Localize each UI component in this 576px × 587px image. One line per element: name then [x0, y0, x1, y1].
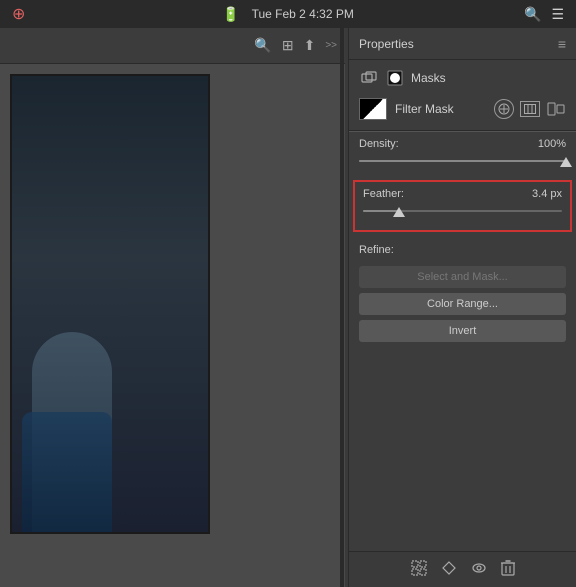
- canvas-toolbar: 🔍 ⊞ ⬆ >>: [0, 28, 345, 64]
- panel-title: Properties: [359, 37, 414, 51]
- feather-value: 3.4 px: [532, 188, 562, 200]
- mask-thumbnail[interactable]: [359, 98, 387, 120]
- menu-bar: ⊕ 🔋 Tue Feb 2 4:32 PM 🔍 ☰: [0, 0, 576, 28]
- density-label: Density:: [359, 138, 399, 150]
- main-area: 🔍 ⊞ ⬆ >>: [0, 28, 576, 587]
- mask-adjust-icon[interactable]: [494, 99, 514, 119]
- bottom-toolbar: [349, 551, 576, 583]
- density-value: 100%: [538, 138, 566, 150]
- delete-icon[interactable]: [501, 560, 515, 579]
- transform-icon[interactable]: [441, 560, 457, 579]
- canvas-layout-icon[interactable]: ⊞: [282, 37, 294, 54]
- filter-mask-left: Filter Mask: [359, 98, 454, 120]
- filter-mask-icons: [494, 99, 566, 119]
- refine-label: Refine:: [359, 244, 394, 256]
- panel-separator: [340, 28, 344, 587]
- refine-row: Refine:: [359, 244, 566, 262]
- time-display: Tue Feb 2 4:32 PM: [252, 7, 354, 21]
- canvas-search-icon[interactable]: 🔍: [254, 37, 271, 54]
- density-section: Density: 100%: [349, 132, 576, 180]
- color-range-button[interactable]: Color Range...: [359, 293, 566, 315]
- panel-content-area: Masks Filter Mask: [349, 60, 576, 583]
- properties-panel: Properties ≡: [348, 28, 576, 587]
- menu-bar-right: 🔍 ☰: [524, 6, 564, 23]
- canvas-export-icon[interactable]: ⬆: [304, 37, 316, 54]
- spacer: [349, 353, 576, 583]
- canvas-content: [0, 64, 345, 587]
- density-track: [359, 160, 566, 162]
- filter-mask-label: Filter Mask: [395, 102, 454, 116]
- filter-mask-row: Filter Mask: [359, 98, 566, 120]
- canvas-more-icon[interactable]: >>: [325, 40, 337, 51]
- refine-section: Refine: Select and Mask... Color Range..…: [349, 238, 576, 353]
- photo-frame: [10, 74, 210, 534]
- masks-header-row: Masks: [359, 68, 566, 88]
- feather-row: Feather: 3.4 px: [363, 188, 562, 200]
- menu-list-icon[interactable]: ☰: [551, 6, 564, 23]
- menu-bar-center: 🔋 Tue Feb 2 4:32 PM: [222, 6, 354, 23]
- photo-image: [12, 76, 208, 532]
- density-fill: [359, 160, 566, 162]
- menu-bar-app-icons: ⊕: [12, 4, 25, 24]
- select-and-mask-button[interactable]: Select and Mask...: [359, 266, 566, 288]
- search-menubar-icon[interactable]: 🔍: [524, 6, 541, 23]
- feather-label: Feather:: [363, 188, 404, 200]
- density-slider[interactable]: [359, 154, 566, 168]
- panel-menu-icon[interactable]: ≡: [558, 36, 566, 52]
- feather-thumb[interactable]: [393, 207, 405, 217]
- layers-icon[interactable]: [359, 68, 379, 88]
- density-row: Density: 100%: [359, 138, 566, 150]
- mask-icon[interactable]: [385, 68, 405, 88]
- panel-header: Properties ≡: [349, 28, 576, 60]
- invert-button[interactable]: Invert: [359, 320, 566, 342]
- masks-label: Masks: [411, 71, 446, 85]
- canvas-area: 🔍 ⊞ ⬆ >>: [0, 28, 345, 587]
- feather-section: Feather: 3.4 px: [353, 180, 572, 232]
- selection-icon[interactable]: [411, 560, 427, 579]
- battery-icon: 🔋: [222, 6, 239, 23]
- mask-resize-icon[interactable]: [546, 101, 566, 117]
- masks-section: Masks Filter Mask: [349, 60, 576, 131]
- feather-slider[interactable]: [363, 204, 562, 218]
- mask-grid-icon[interactable]: [520, 101, 540, 117]
- visibility-icon[interactable]: [471, 560, 487, 579]
- density-thumb[interactable]: [560, 157, 572, 167]
